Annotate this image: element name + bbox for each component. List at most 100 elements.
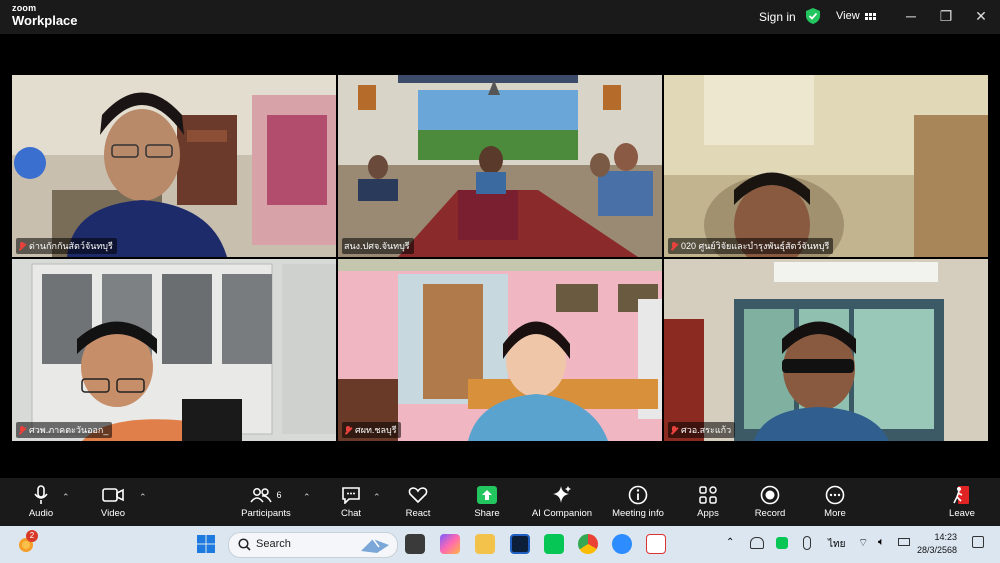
info-icon — [628, 485, 648, 505]
muted-mic-icon — [670, 241, 679, 251]
view-label: View — [836, 10, 860, 22]
chat-options-chevron-icon[interactable]: ⌃ — [373, 492, 381, 503]
muted-mic-icon — [670, 425, 679, 435]
more-button[interactable]: More — [818, 484, 852, 519]
share-button[interactable]: Share — [470, 484, 504, 519]
chat-label: Chat — [340, 508, 362, 519]
copilot-icon[interactable] — [440, 534, 460, 554]
ai-sparkle-icon — [553, 486, 571, 503]
apps-icon — [699, 486, 717, 504]
meeting-toolbar: Audio ⌃ Video ⌃ 6 Participants ⌃ Chat ⌃ … — [0, 478, 1000, 526]
participant-video — [12, 75, 336, 257]
record-label: Record — [754, 508, 786, 519]
sign-in-button[interactable]: Sign in — [759, 10, 796, 24]
notifications-bell-icon[interactable] — [972, 536, 984, 548]
clock-date: 28/3/2568 — [917, 545, 958, 555]
video-camera-icon — [102, 488, 124, 502]
start-windows-icon[interactable] — [196, 534, 216, 554]
show-hidden-icons-chevron-icon[interactable]: ⌃ — [726, 537, 734, 548]
restore-icon[interactable]: ❐ — [935, 7, 957, 25]
title-bar: zoom Workplace Sign in View ─ ❐ ✕ — [0, 0, 1000, 34]
leave-button[interactable]: Leave — [946, 484, 978, 519]
microphone-icon — [34, 485, 48, 504]
video-tile-active-speaker[interactable]: สนง.ปศจ.จันทบุรี — [338, 75, 662, 257]
participants-button[interactable]: 6 Participants — [238, 484, 294, 519]
participants-count: 6 — [276, 490, 282, 500]
record-button[interactable]: Record — [752, 484, 788, 519]
participant-name: ศวอ.สระแก้ว — [681, 425, 732, 435]
audio-label: Audio — [28, 508, 54, 519]
grid-view-icon — [864, 12, 876, 20]
line-tray-icon[interactable] — [776, 537, 788, 549]
muted-mic-icon — [18, 241, 27, 251]
participant-name: ศวพ.ภาคตะวันออก_ — [29, 425, 109, 435]
brand-bottom: Workplace — [12, 13, 78, 28]
line-app-icon[interactable] — [544, 534, 564, 554]
record-icon — [760, 485, 780, 505]
close-icon[interactable]: ✕ — [970, 7, 992, 25]
participant-name-tag: 020 ศูนย์วิจัยและบำรุงพันธุ์สัตว์จันทบุร… — [668, 238, 834, 254]
apps-button[interactable]: Apps — [692, 484, 724, 519]
video-tile[interactable]: ศผท.ชลบุรี — [338, 259, 662, 441]
participant-name: ด่านกักกันสัตว์จันทบุรี — [29, 241, 113, 251]
search-placeholder: Search — [256, 538, 291, 550]
minimize-icon[interactable]: ─ — [900, 7, 922, 25]
wifi-icon[interactable]: ⌔ — [858, 536, 868, 550]
view-button[interactable]: View — [836, 10, 876, 22]
video-tile[interactable]: ศวพ.ภาคตะวันออก_ — [12, 259, 336, 441]
system-clock[interactable]: 14:23 28/3/2568 — [917, 531, 957, 557]
video-options-chevron-icon[interactable]: ⌃ — [139, 492, 147, 503]
participant-video — [664, 75, 988, 257]
search-icon — [238, 538, 251, 551]
video-tile[interactable]: 020 ศูนย์วิจัยและบำรุงพันธุ์สัตว์จันทบุร… — [664, 75, 988, 257]
notification-badge: 2 — [26, 530, 38, 542]
participant-name: สนง.ปศจ.จันทบุรี — [344, 241, 410, 251]
audio-options-chevron-icon[interactable]: ⌃ — [62, 492, 70, 503]
chrome-browser-icon[interactable] — [578, 534, 598, 554]
react-button[interactable]: React — [402, 484, 434, 519]
ai-companion-button[interactable]: AI Companion — [530, 484, 594, 519]
zoom-app-icon[interactable] — [612, 534, 632, 554]
clock-time: 14:23 — [934, 532, 958, 542]
participant-name-tag: ศวพ.ภาคตะวันออก_ — [16, 422, 113, 438]
participants-icon — [250, 488, 273, 503]
input-language-indicator[interactable]: ไทย — [828, 537, 845, 552]
more-label: More — [824, 508, 846, 519]
participant-name-tag: ศวอ.สระแก้ว — [668, 422, 736, 438]
participant-video — [664, 259, 988, 441]
speaker-volume-icon[interactable]: 🔈︎ — [878, 536, 885, 549]
chat-button[interactable]: Chat — [336, 484, 366, 519]
share-screen-icon — [477, 486, 497, 504]
zoom-logo: zoom Workplace — [12, 4, 78, 28]
muted-mic-icon — [344, 425, 353, 435]
muted-mic-icon — [18, 425, 27, 435]
video-gallery: ด่านกักกันสัตว์จันทบุรี สนง.ปศจ.จันทบุรี — [0, 34, 1000, 478]
microphone-tray-icon[interactable] — [803, 536, 811, 550]
react-label: React — [405, 508, 431, 519]
cloud-sync-icon[interactable] — [750, 537, 764, 549]
participant-name-tag: ศผท.ชลบุรี — [342, 422, 401, 438]
apps-label: Apps — [697, 508, 719, 519]
more-dots-icon — [825, 485, 845, 505]
zoom-meeting-app-icon[interactable] — [510, 534, 530, 554]
battery-icon[interactable] — [898, 538, 910, 546]
video-tile[interactable]: ศวอ.สระแก้ว — [664, 259, 988, 441]
participant-name-tag: ด่านกักกันสัตว์จันทบุรี — [16, 238, 117, 254]
audio-button[interactable]: Audio — [24, 484, 58, 519]
taskbar-search-box[interactable]: Search — [228, 532, 398, 558]
meeting-info-button[interactable]: Meeting info — [608, 484, 668, 519]
video-button[interactable]: Video — [96, 484, 130, 519]
file-explorer-icon[interactable] — [475, 534, 495, 554]
task-view-icon[interactable] — [405, 534, 425, 554]
share-label: Share — [474, 508, 500, 519]
video-tile[interactable]: ด่านกักกันสัตว์จันทบุรี — [12, 75, 336, 257]
search-highlight-illustration-icon — [361, 538, 389, 553]
ai-companion-label: AI Companion — [531, 508, 593, 519]
participant-name-tag: สนง.ปศจ.จันทบุรี — [342, 238, 414, 254]
weather-widget-icon[interactable]: 2 — [16, 530, 38, 554]
pdf-reader-icon[interactable] — [646, 534, 666, 554]
video-label: Video — [100, 508, 126, 519]
meeting-info-label: Meeting info — [612, 508, 664, 519]
encryption-shield-icon[interactable] — [806, 8, 820, 24]
participants-options-chevron-icon[interactable]: ⌃ — [303, 492, 311, 503]
